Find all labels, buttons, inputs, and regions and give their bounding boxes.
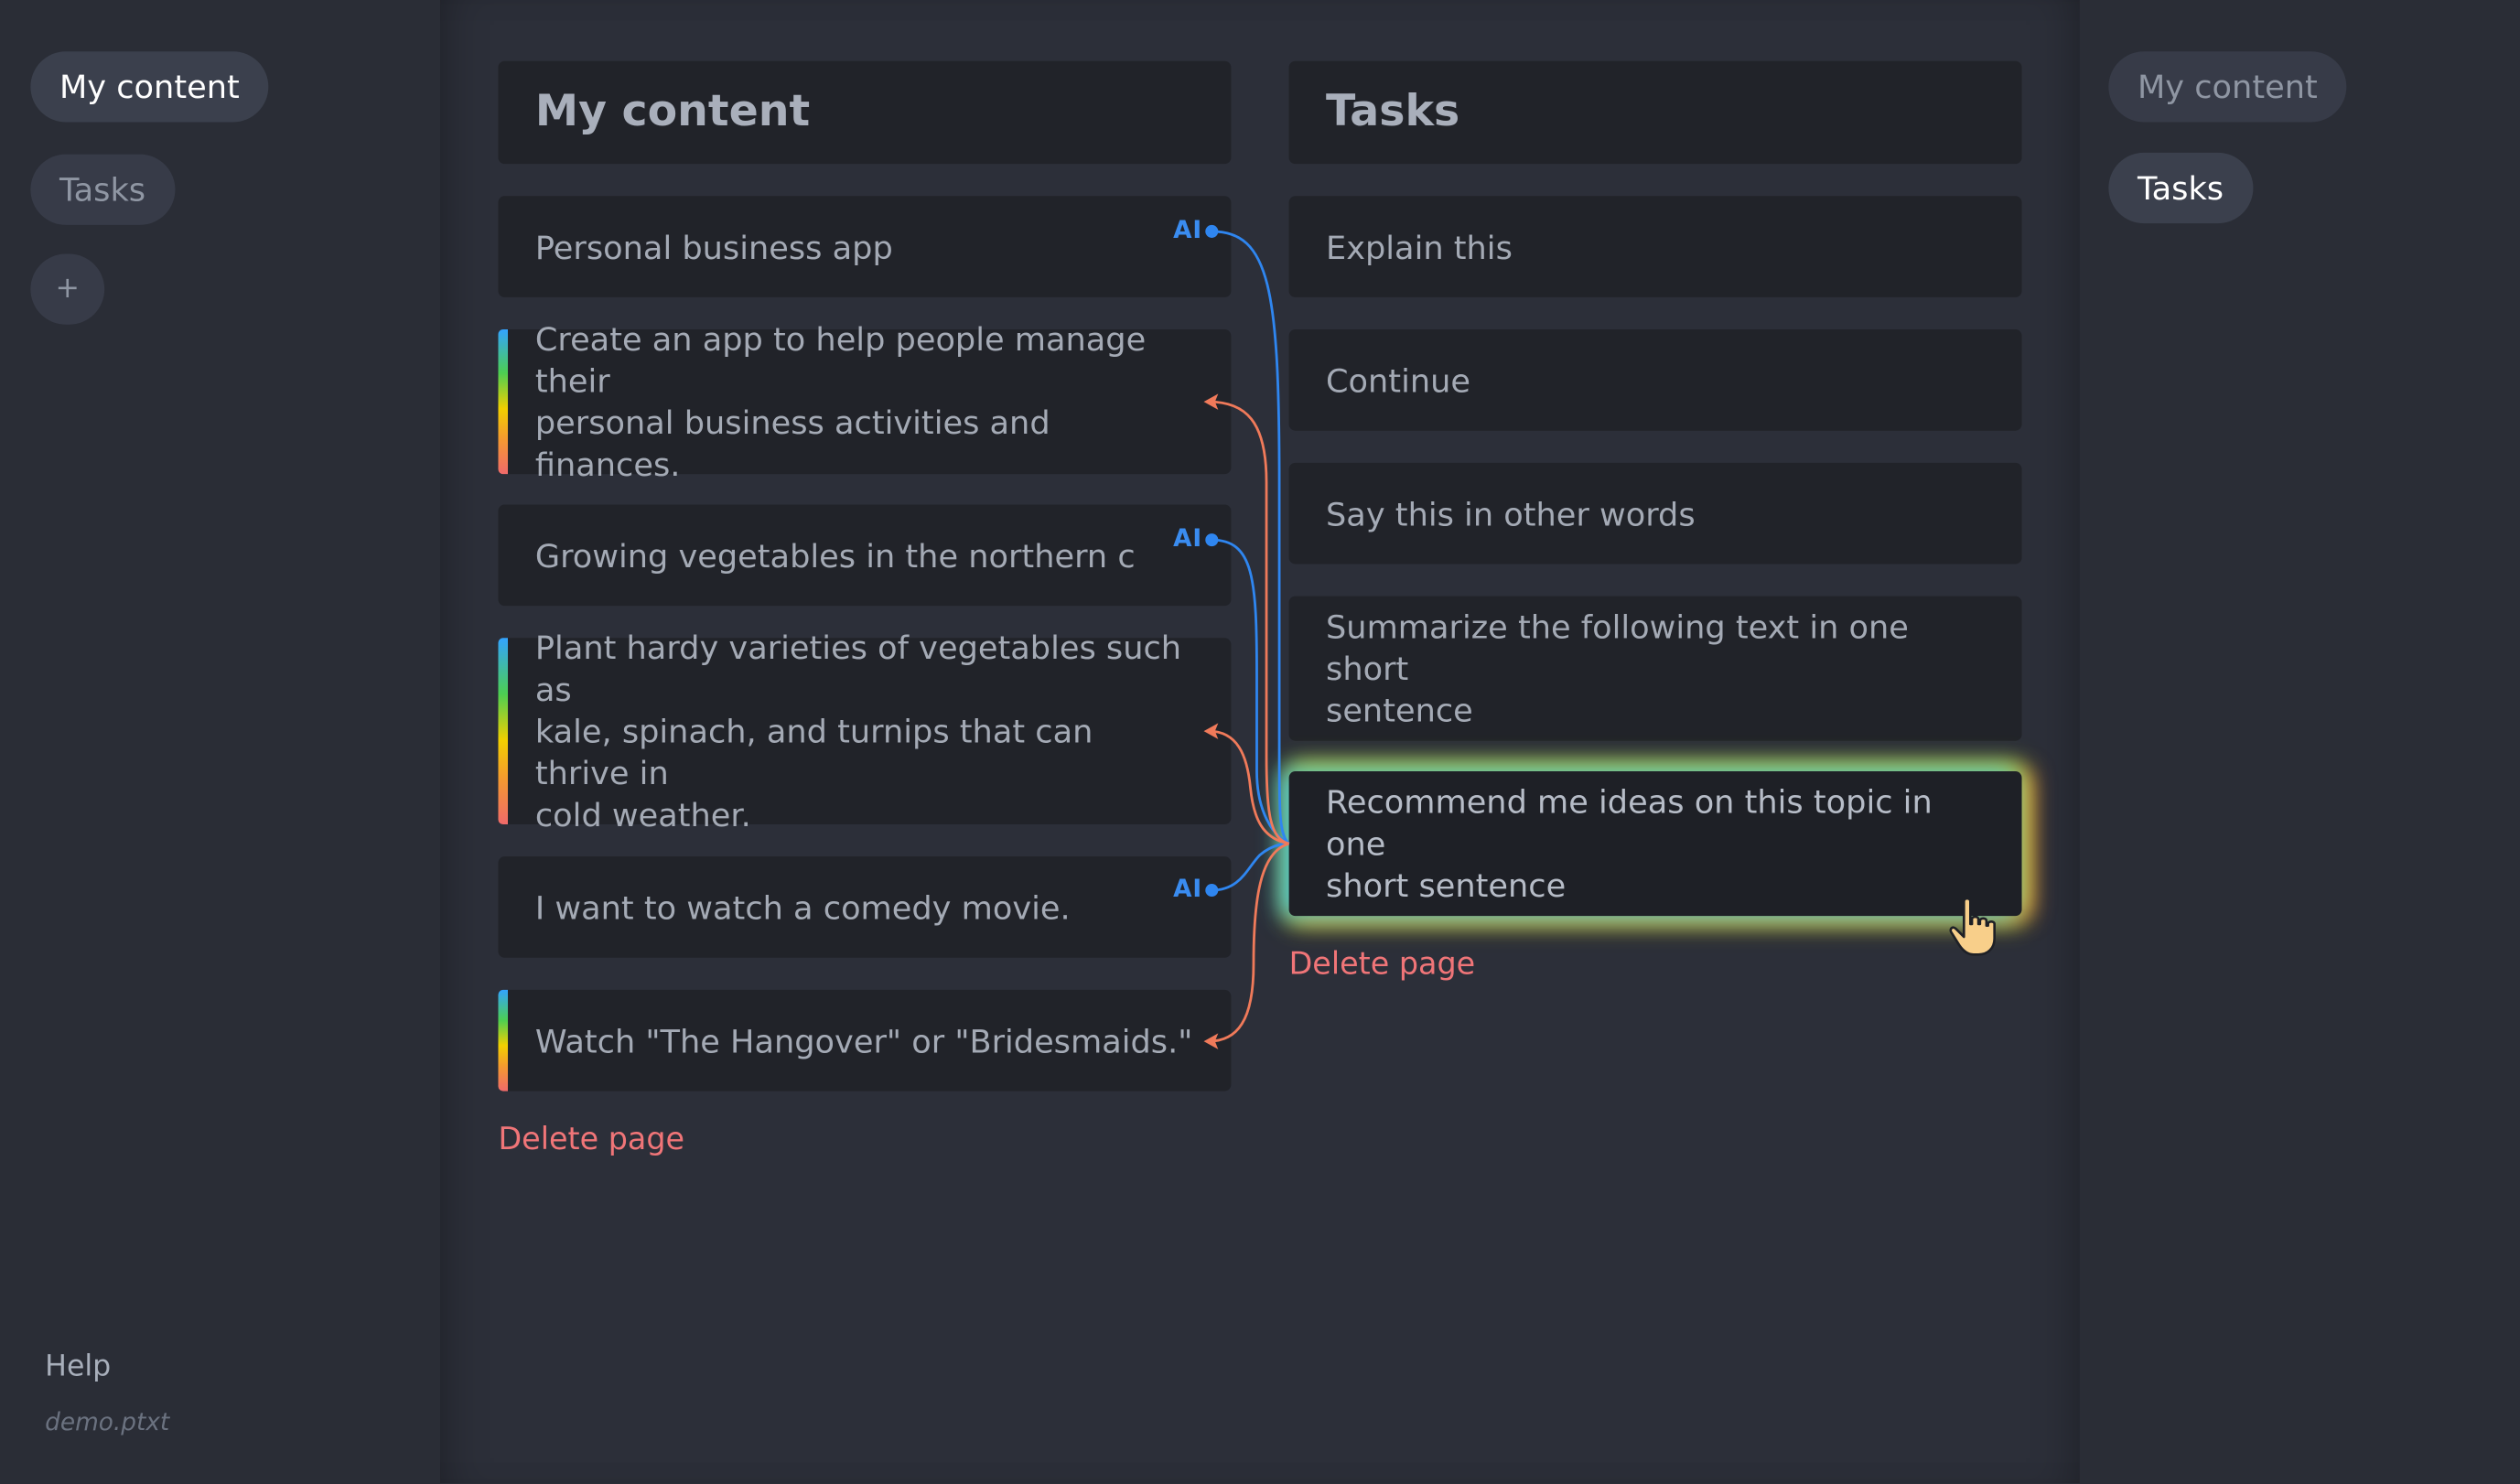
result-link-wire xyxy=(1208,842,1290,1043)
ai-link-dot xyxy=(1205,533,1219,547)
result-link-wire xyxy=(1208,729,1289,845)
ai-badge: AI xyxy=(1173,523,1203,554)
ai-link-wire xyxy=(1212,230,1290,845)
ai-link-wire xyxy=(1212,538,1290,845)
ai-badge: AI xyxy=(1173,215,1203,244)
ai-badge: AI xyxy=(1173,874,1203,904)
ai-link-dot xyxy=(1205,884,1219,898)
ai-link-dot xyxy=(1205,224,1219,238)
hand-cursor-icon xyxy=(1949,897,1996,956)
connection-wires xyxy=(1203,224,1290,1049)
